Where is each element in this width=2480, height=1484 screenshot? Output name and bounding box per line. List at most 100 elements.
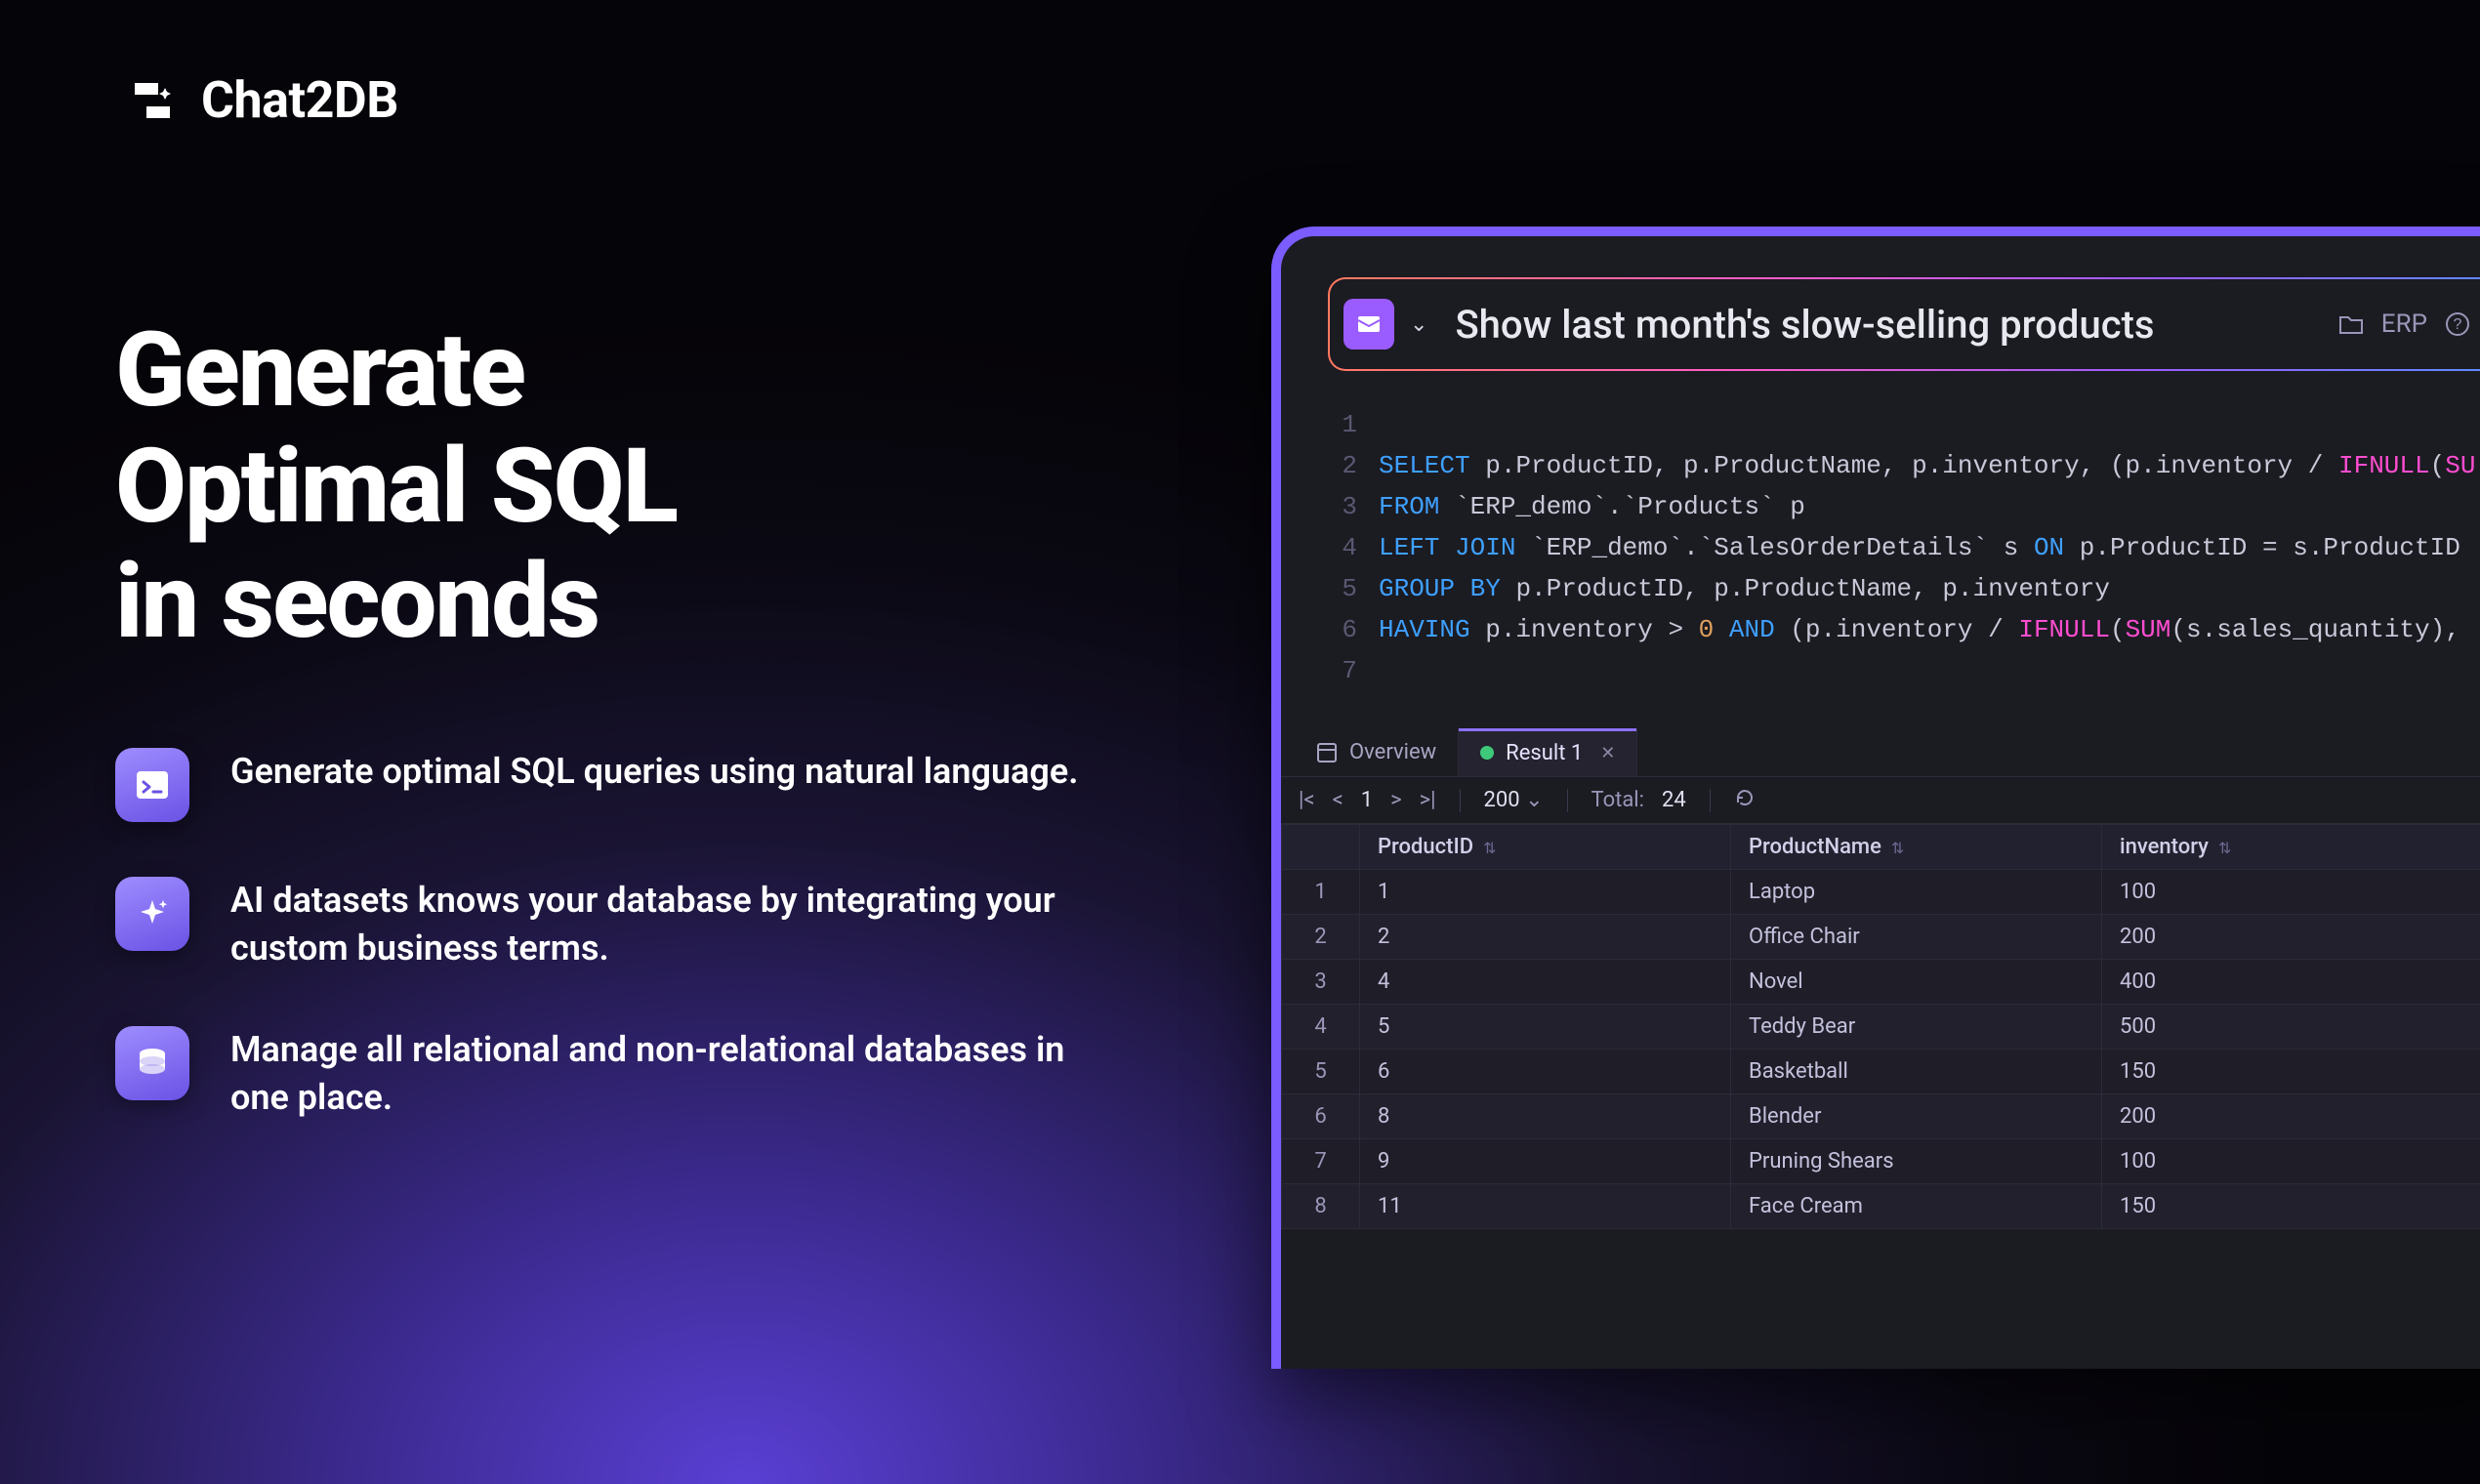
cell: 8 xyxy=(1360,1094,1731,1139)
cell: 4 xyxy=(1360,960,1731,1005)
prompt-context-selector[interactable]: ERP ? xyxy=(2336,309,2472,339)
cell: 9 xyxy=(1360,1139,1731,1184)
page-next-button[interactable]: > xyxy=(1390,788,1402,812)
row-number-cell: 8 xyxy=(1282,1184,1360,1229)
table-row[interactable]: 11Laptop100 xyxy=(1282,870,2480,915)
page-current: 1 xyxy=(1361,788,1373,812)
prompt-input[interactable]: Show last month's slow-selling products xyxy=(1455,302,2308,348)
tab-label: Overview xyxy=(1349,740,1436,764)
cell: 1 xyxy=(1360,870,1731,915)
code-content: FROM `ERP_demo`.`Products` p xyxy=(1379,486,1805,527)
tab-overview[interactable]: Overview xyxy=(1295,728,1458,776)
results-table: ProductID⇅ProductName⇅inventory⇅ 11Lapto… xyxy=(1281,824,2480,1229)
table-row[interactable]: 56Basketball150 xyxy=(1282,1050,2480,1094)
cell: Blender xyxy=(1731,1094,2102,1139)
line-number: 2 xyxy=(1328,445,1379,486)
code-content: LEFT JOIN `ERP_demo`.`SalesOrderDetails`… xyxy=(1379,527,2460,568)
table-row[interactable]: 45Teddy Bear500 xyxy=(1282,1005,2480,1050)
row-number-cell: 5 xyxy=(1282,1050,1360,1094)
cell: Laptop xyxy=(1731,870,2102,915)
line-number: 7 xyxy=(1328,650,1379,691)
sparkle-icon xyxy=(115,877,189,951)
app-window: ⌄ Show last month's slow-selling product… xyxy=(1271,227,2480,1369)
terminal-icon xyxy=(115,748,189,822)
total-label: Total: xyxy=(1591,788,1644,812)
feature-text: Generate optimal SQL queries using natur… xyxy=(230,748,1078,796)
cell: 150 xyxy=(2102,1050,2480,1094)
row-number-cell: 2 xyxy=(1282,915,1360,960)
cell: 100 xyxy=(2102,1139,2480,1184)
help-icon[interactable]: ? xyxy=(2443,309,2472,339)
cell: 100 xyxy=(2102,870,2480,915)
total-count: 24 xyxy=(1662,788,1686,812)
cell: Office Chair xyxy=(1731,915,2102,960)
prompt-source-icon[interactable] xyxy=(1343,299,1394,350)
row-number-cell: 7 xyxy=(1282,1139,1360,1184)
code-content: GROUP BY p.ProductID, p.ProductName, p.i… xyxy=(1379,568,2110,609)
close-icon[interactable]: ✕ xyxy=(1600,743,1615,763)
cell: 200 xyxy=(2102,1094,2480,1139)
prompt-context-label: ERP xyxy=(2381,309,2427,339)
cell: Face Cream xyxy=(1731,1184,2102,1229)
svg-text:?: ? xyxy=(2454,316,2462,333)
code-line: 2SELECT p.ProductID, p.ProductName, p.in… xyxy=(1328,445,2480,486)
feature-text: Manage all relational and non-relational… xyxy=(230,1026,1109,1121)
brand-mark-icon xyxy=(125,73,180,128)
cell: 400 xyxy=(2102,960,2480,1005)
code-line: 7 xyxy=(1328,650,2480,691)
brand-name: Chat2DB xyxy=(201,70,398,130)
overview-icon xyxy=(1316,742,1338,763)
table-row[interactable]: 79Pruning Shears100 xyxy=(1282,1139,2480,1184)
results-table-wrap: ProductID⇅ProductName⇅inventory⇅ 11Lapto… xyxy=(1281,824,2480,1369)
feature-item: Generate optimal SQL queries using natur… xyxy=(115,748,1170,822)
table-row[interactable]: 811Face Cream150 xyxy=(1282,1184,2480,1229)
table-row[interactable]: 22Office Chair200 xyxy=(1282,915,2480,960)
row-number-cell: 1 xyxy=(1282,870,1360,915)
page-last-button[interactable]: >| xyxy=(1420,788,1436,812)
table-row[interactable]: 68Blender200 xyxy=(1282,1094,2480,1139)
tab-label: Result 1 xyxy=(1506,741,1583,765)
results-tabs: Overview Result 1 ✕ xyxy=(1281,728,2480,777)
cell: 2 xyxy=(1360,915,1731,960)
chevron-down-icon[interactable]: ⌄ xyxy=(1410,312,1427,337)
line-number: 4 xyxy=(1328,527,1379,568)
feature-item: Manage all relational and non-relational… xyxy=(115,1026,1170,1121)
sql-editor[interactable]: 12SELECT p.ProductID, p.ProductName, p.i… xyxy=(1328,404,2480,691)
cell: Novel xyxy=(1731,960,2102,1005)
cell: 150 xyxy=(2102,1184,2480,1229)
cell: Teddy Bear xyxy=(1731,1005,2102,1050)
table-row[interactable]: 34Novel400 xyxy=(1282,960,2480,1005)
cell: 5 xyxy=(1360,1005,1731,1050)
row-number-cell: 4 xyxy=(1282,1005,1360,1050)
refresh-button[interactable] xyxy=(1734,787,1756,814)
cell: 200 xyxy=(2102,915,2480,960)
column-header[interactable]: inventory⇅ xyxy=(2102,825,2480,870)
page-prev-button[interactable]: < xyxy=(1333,788,1343,812)
line-number: 5 xyxy=(1328,568,1379,609)
code-content: HAVING p.inventory > 0 AND (p.inventory … xyxy=(1379,609,2460,650)
prompt-bar[interactable]: ⌄ Show last month's slow-selling product… xyxy=(1328,277,2480,371)
row-number-header xyxy=(1282,825,1360,870)
feature-text: AI datasets knows your database by integ… xyxy=(230,877,1109,971)
row-number-cell: 6 xyxy=(1282,1094,1360,1139)
column-header[interactable]: ProductName⇅ xyxy=(1731,825,2102,870)
database-icon xyxy=(115,1026,189,1100)
cell: 500 xyxy=(2102,1005,2480,1050)
page-size-selector[interactable]: 200 ⌄ xyxy=(1484,788,1544,812)
status-dot-icon xyxy=(1480,746,1494,760)
results-pager: |< < 1 > >| 200 ⌄ Total: 24 xyxy=(1281,777,2480,824)
line-number: 1 xyxy=(1328,404,1379,445)
line-number: 3 xyxy=(1328,486,1379,527)
page-first-button[interactable]: |< xyxy=(1299,788,1315,812)
page-headline: Generate Optimal SQL in seconds xyxy=(115,312,1170,660)
line-number: 6 xyxy=(1328,609,1379,650)
code-line: 6HAVING p.inventory > 0 AND (p.inventory… xyxy=(1328,609,2480,650)
feature-item: AI datasets knows your database by integ… xyxy=(115,877,1170,971)
tab-result-1[interactable]: Result 1 ✕ xyxy=(1458,728,1637,776)
column-header[interactable]: ProductID⇅ xyxy=(1360,825,1731,870)
code-content: SELECT p.ProductID, p.ProductName, p.inv… xyxy=(1379,445,2475,486)
folder-link-icon xyxy=(2336,309,2366,339)
code-line: 3FROM `ERP_demo`.`Products` p xyxy=(1328,486,2480,527)
brand-logo: Chat2DB xyxy=(125,70,398,130)
row-number-cell: 3 xyxy=(1282,960,1360,1005)
